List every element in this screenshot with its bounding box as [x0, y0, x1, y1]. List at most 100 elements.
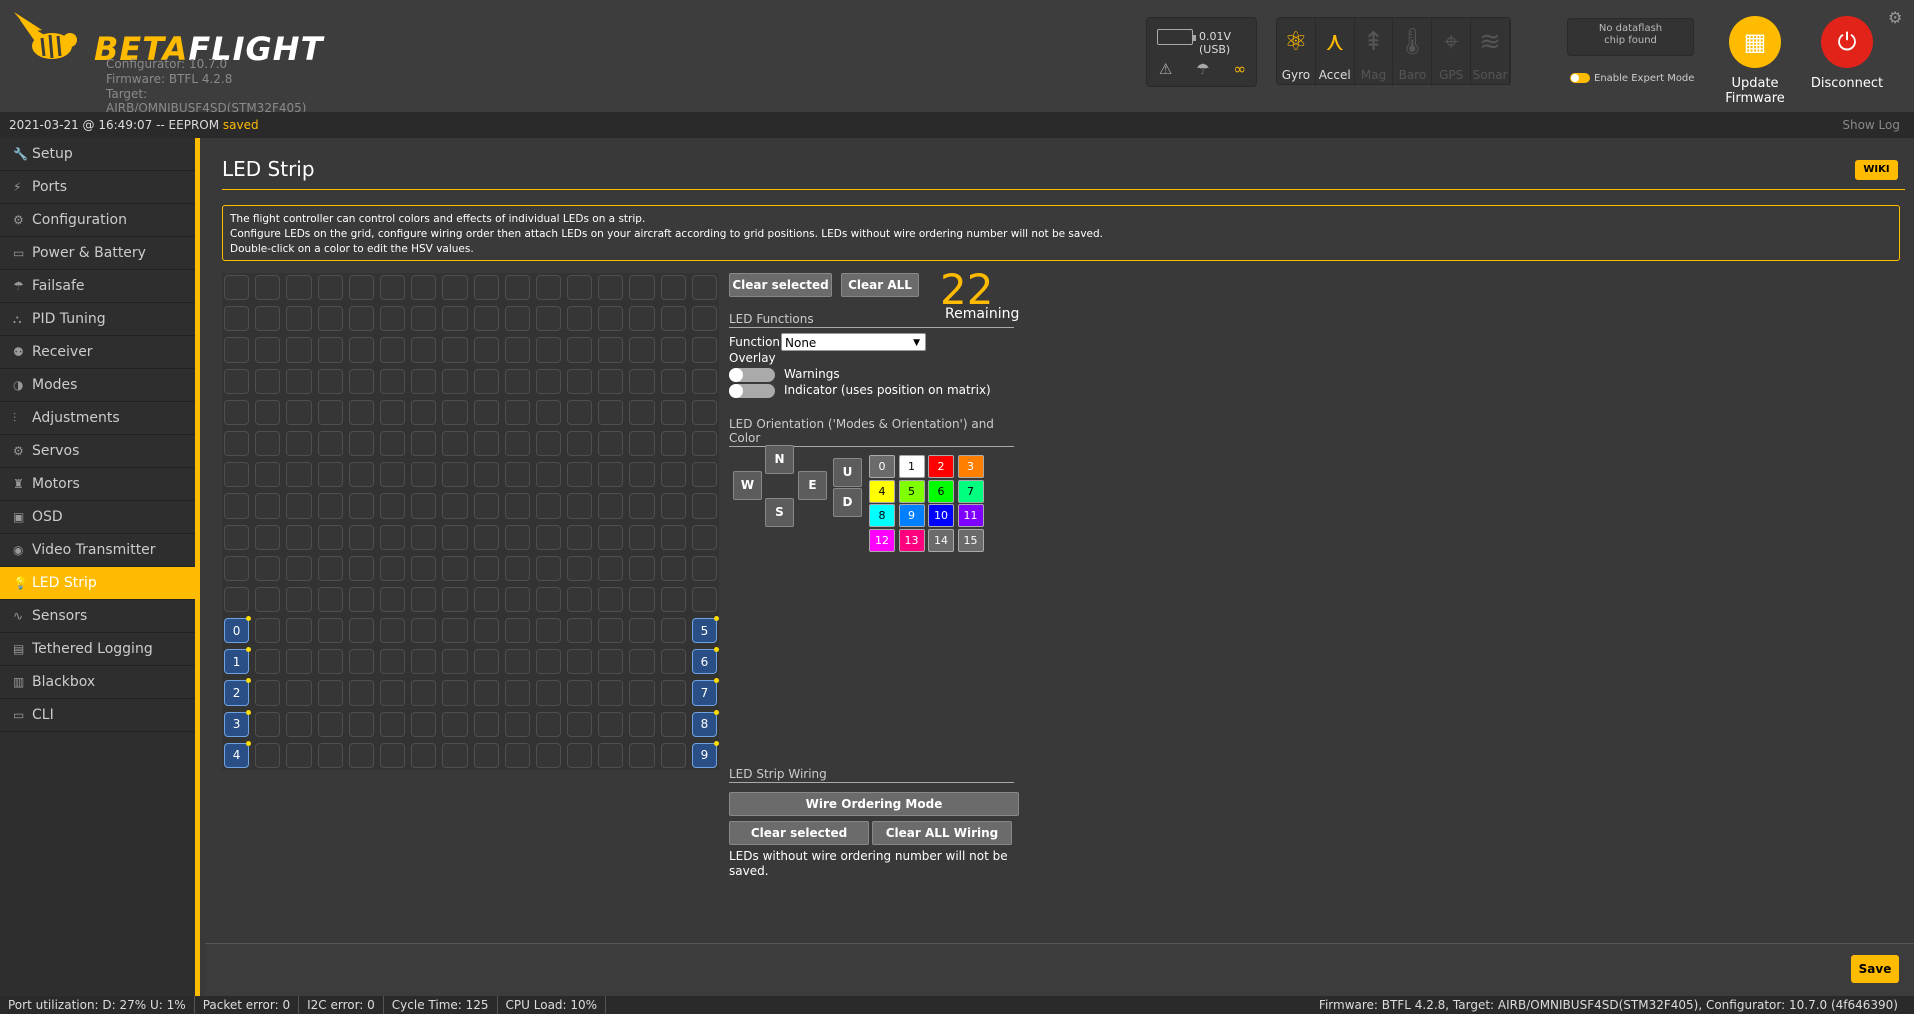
led-cell[interactable]	[411, 555, 437, 581]
led-cell[interactable]	[504, 524, 530, 550]
led-cell[interactable]	[379, 618, 406, 644]
led-cell[interactable]	[629, 618, 655, 644]
led-cell[interactable]	[473, 399, 499, 425]
led-cell[interactable]	[504, 462, 530, 488]
led-cell[interactable]	[255, 649, 281, 675]
led-cell[interactable]	[348, 337, 374, 363]
led-cell[interactable]	[691, 275, 717, 301]
led-cell[interactable]	[629, 306, 655, 332]
led-cell[interactable]	[535, 275, 562, 301]
led-cell-wired[interactable]: 1	[224, 647, 252, 675]
led-cell[interactable]	[379, 368, 406, 394]
wire-ordering-mode-button[interactable]: Wire Ordering Mode	[729, 792, 1019, 816]
led-cell[interactable]	[660, 337, 686, 363]
sidebar-item-failsafe[interactable]: ☂ Failsafe	[0, 270, 195, 303]
led-cell[interactable]	[286, 493, 312, 519]
led-cell[interactable]	[660, 430, 686, 457]
led-cell[interactable]	[442, 337, 468, 363]
sidebar-item-ports[interactable]: ⚡ Ports	[0, 171, 195, 204]
led-cell[interactable]	[255, 742, 281, 768]
led-cell[interactable]	[255, 275, 281, 301]
led-cell[interactable]	[691, 493, 717, 519]
sidebar-item-configuration[interactable]: ⚙ Configuration	[0, 204, 195, 237]
led-cell[interactable]	[567, 680, 593, 706]
led-cell[interactable]	[255, 524, 281, 550]
led-cell[interactable]	[411, 618, 437, 644]
led-cell[interactable]	[567, 462, 593, 488]
led-cell[interactable]	[598, 493, 624, 519]
led-cell[interactable]	[535, 462, 562, 488]
led-cell[interactable]	[442, 368, 468, 394]
led-cell[interactable]	[504, 368, 530, 394]
led-cell[interactable]	[567, 430, 593, 457]
led-cell[interactable]	[660, 524, 686, 550]
led-cell[interactable]	[535, 742, 562, 768]
led-cell[interactable]	[348, 618, 374, 644]
led-cell[interactable]	[598, 337, 624, 363]
led-cell[interactable]	[504, 742, 530, 768]
led-cell[interactable]	[691, 555, 717, 581]
led-cell[interactable]	[411, 275, 437, 301]
led-cell[interactable]	[348, 586, 374, 613]
led-cell[interactable]	[411, 524, 437, 550]
led-cell[interactable]	[598, 368, 624, 394]
led-cell[interactable]	[629, 680, 655, 706]
update-firmware-button[interactable]: ▦ Update Firmware	[1712, 16, 1798, 106]
led-cell[interactable]	[348, 368, 374, 394]
color-swatch[interactable]: 5	[898, 479, 925, 503]
led-cell[interactable]	[567, 306, 593, 332]
led-cell[interactable]	[224, 399, 250, 425]
led-cell[interactable]	[535, 399, 562, 425]
color-swatch[interactable]: 8	[869, 504, 895, 528]
led-cell[interactable]	[442, 493, 468, 519]
led-cell[interactable]	[286, 306, 312, 332]
led-cell[interactable]	[660, 649, 686, 675]
led-cell[interactable]	[504, 711, 530, 737]
led-cell[interactable]	[567, 275, 593, 301]
sidebar-item-adjustments[interactable]: ⫶ Adjustments	[0, 402, 195, 435]
led-cell-wired[interactable]: 5	[691, 616, 720, 644]
led-cell[interactable]	[660, 275, 686, 301]
led-cell[interactable]	[442, 649, 468, 675]
led-cell[interactable]	[535, 680, 562, 706]
led-cell[interactable]	[348, 430, 374, 457]
led-cell[interactable]	[598, 275, 624, 301]
led-cell[interactable]	[442, 462, 468, 488]
led-cell[interactable]	[473, 337, 499, 363]
led-cell[interactable]	[317, 493, 343, 519]
led-cell[interactable]	[255, 399, 281, 425]
led-cell[interactable]	[317, 649, 343, 675]
led-cell[interactable]	[660, 462, 686, 488]
sidebar-item-led-strip[interactable]: 💡 LED Strip	[0, 567, 195, 600]
color-swatch[interactable]: 11	[957, 504, 984, 528]
led-cell[interactable]	[317, 306, 343, 332]
led-cell[interactable]	[286, 462, 312, 488]
led-cell[interactable]	[535, 306, 562, 332]
led-cell[interactable]	[691, 462, 717, 488]
led-cell[interactable]	[473, 555, 499, 581]
led-cell[interactable]	[473, 711, 499, 737]
direction-north-button[interactable]: N	[765, 445, 794, 474]
led-cell[interactable]	[598, 306, 624, 332]
led-cell[interactable]	[629, 649, 655, 675]
led-cell[interactable]	[691, 586, 717, 613]
led-cell[interactable]	[411, 711, 437, 737]
led-cell[interactable]	[411, 430, 437, 457]
led-cell[interactable]	[379, 586, 406, 613]
led-cell[interactable]	[629, 430, 655, 457]
led-cell[interactable]	[504, 618, 530, 644]
led-cell[interactable]	[660, 618, 686, 644]
led-cell[interactable]	[598, 399, 624, 425]
led-cell[interactable]	[567, 649, 593, 675]
led-cell[interactable]	[255, 368, 281, 394]
led-cell[interactable]	[224, 306, 250, 332]
led-cell[interactable]	[504, 680, 530, 706]
sidebar-item-blackbox[interactable]: ▥ Blackbox	[0, 666, 195, 699]
led-cell[interactable]	[379, 555, 406, 581]
led-cell[interactable]	[535, 493, 562, 519]
led-cell[interactable]	[629, 493, 655, 519]
led-cell-wired[interactable]: 7	[691, 678, 720, 706]
led-cell[interactable]	[473, 462, 499, 488]
led-cell[interactable]	[629, 368, 655, 394]
led-cell[interactable]	[660, 586, 686, 613]
